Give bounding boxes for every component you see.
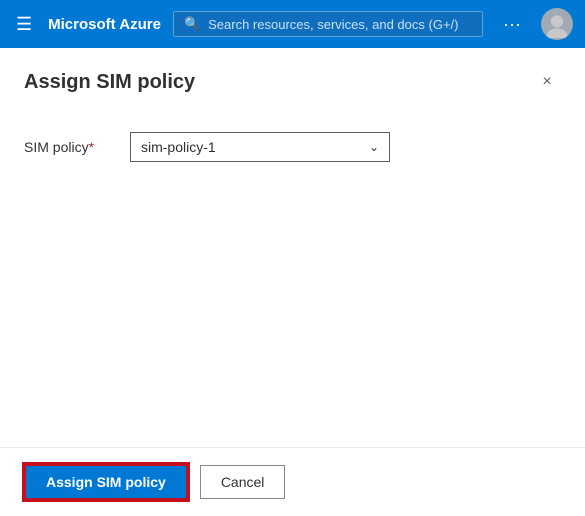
search-icon: 🔍 — [184, 16, 200, 32]
azure-logo: Microsoft Azure — [48, 16, 161, 33]
required-marker: * — [89, 139, 94, 155]
main-panel: Assign SIM policy × SIM policy* sim-poli… — [0, 48, 585, 516]
nav-bar: ☰ Microsoft Azure 🔍 Search resources, se… — [0, 0, 585, 48]
avatar[interactable] — [541, 8, 573, 40]
assign-sim-policy-button[interactable]: Assign SIM policy — [24, 464, 188, 500]
form-row-sim-policy: SIM policy* sim-policy-1 ⌄ — [24, 132, 561, 162]
close-button[interactable]: × — [533, 68, 561, 96]
chevron-down-icon: ⌄ — [369, 140, 379, 154]
sim-policy-label: SIM policy* — [24, 139, 114, 155]
panel-footer: Assign SIM policy Cancel — [0, 447, 585, 516]
search-placeholder: Search resources, services, and docs (G+… — [208, 17, 458, 32]
hamburger-menu-icon[interactable]: ☰ — [12, 10, 36, 39]
more-options-icon[interactable]: ··· — [495, 10, 529, 39]
panel-header: Assign SIM policy × — [0, 48, 585, 112]
sim-policy-dropdown[interactable]: sim-policy-1 ⌄ — [130, 132, 390, 162]
cancel-button[interactable]: Cancel — [200, 465, 286, 499]
panel-body: SIM policy* sim-policy-1 ⌄ — [0, 112, 585, 447]
sim-policy-selected-value: sim-policy-1 — [141, 139, 216, 155]
search-bar[interactable]: 🔍 Search resources, services, and docs (… — [173, 11, 483, 37]
panel-title: Assign SIM policy — [24, 71, 195, 94]
